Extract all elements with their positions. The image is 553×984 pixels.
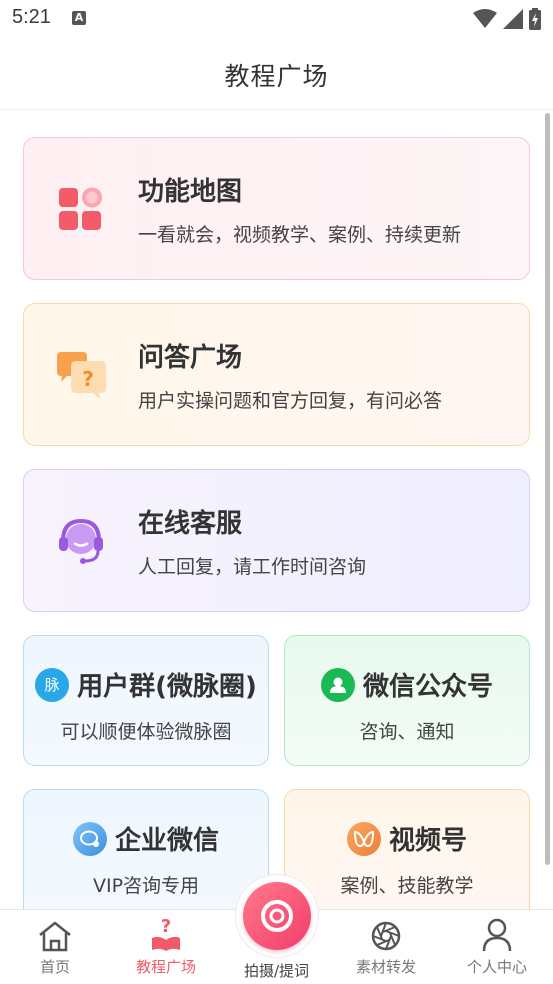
card-title: 微信公众号 (362, 672, 493, 702)
notification-icon: A (72, 11, 86, 25)
battery-icon (529, 8, 541, 30)
work-wechat-icon (72, 821, 107, 856)
nav-label: 素材转发 (355, 958, 416, 976)
camera-icon[interactable] (243, 882, 311, 950)
home-icon (0, 910, 110, 952)
nav-home[interactable]: 首页 (0, 910, 110, 984)
feature-map-card[interactable]: 功能地图 一看就会，视频教学、案例、持续更新 (23, 137, 530, 280)
online-service-card[interactable]: 在线客服 人工回复，请工作时间咨询 (23, 469, 530, 612)
wifi-icon (473, 9, 497, 28)
aperture-icon (331, 910, 441, 952)
signal-icon (503, 9, 523, 29)
card-title: 问答广场 (138, 342, 243, 373)
bottom-nav: 首页 ? 教程广场 拍摄/提词 素材转发 个人中心 (0, 874, 553, 984)
nav-label: 拍摄/提词 (243, 962, 310, 980)
content-area[interactable]: 功能地图 一看就会，视频教学、案例、持续更新 ? 问答广场 用户实操问题和官方回… (0, 111, 553, 909)
card-desc: 人工回复，请工作时间咨询 (138, 555, 367, 578)
chat-question-icon: ? (46, 340, 116, 410)
qa-square-card[interactable]: ? 问答广场 用户实操问题和官方回复，有问必答 (23, 303, 530, 446)
card-title: 企业微信 (114, 826, 219, 856)
grid-icon (46, 174, 116, 244)
status-icons (473, 8, 541, 30)
app-header: 教程广场 (0, 40, 553, 110)
nav-capture[interactable]: 拍摄/提词 (221, 874, 332, 984)
card-desc: 可以顺便体验微脉圈 (60, 721, 232, 743)
nav-label: 教程广场 (135, 958, 196, 976)
book-question-icon: ? (111, 910, 221, 952)
svg-text:?: ? (161, 916, 171, 937)
page-title: 教程广场 (224, 61, 329, 91)
nav-tutorial[interactable]: ? 教程广场 (111, 910, 221, 984)
nav-profile[interactable]: 个人中心 (442, 910, 552, 984)
video-channel-icon (346, 821, 381, 856)
card-title: 在线客服 (138, 508, 243, 539)
nav-label: 个人中心 (466, 958, 527, 976)
status-time: 5:21 (12, 6, 51, 28)
wechat-official-icon (320, 667, 355, 702)
user-group-card[interactable]: 脉 用户群(微脉圈) 可以顺便体验微脉圈 (23, 635, 269, 766)
maiquan-icon: 脉 (35, 667, 70, 702)
card-desc: 一看就会，视频教学、案例、持续更新 (138, 223, 462, 246)
nav-material[interactable]: 素材转发 (331, 910, 441, 984)
headset-icon (46, 506, 116, 576)
card-title: 视频号 (388, 826, 467, 856)
user-icon (442, 910, 552, 952)
card-desc: 用户实操问题和官方回复，有问必答 (138, 389, 443, 412)
nav-label: 首页 (39, 958, 70, 976)
card-title: 功能地图 (138, 176, 243, 207)
wechat-official-card[interactable]: 微信公众号 咨询、通知 (284, 635, 530, 766)
card-title: 用户群(微脉圈) (77, 672, 257, 702)
svg-text:?: ? (82, 367, 94, 391)
scrollbar[interactable] (545, 113, 550, 865)
status-bar: 5:21 A (0, 0, 553, 40)
card-desc: 咨询、通知 (359, 721, 455, 743)
